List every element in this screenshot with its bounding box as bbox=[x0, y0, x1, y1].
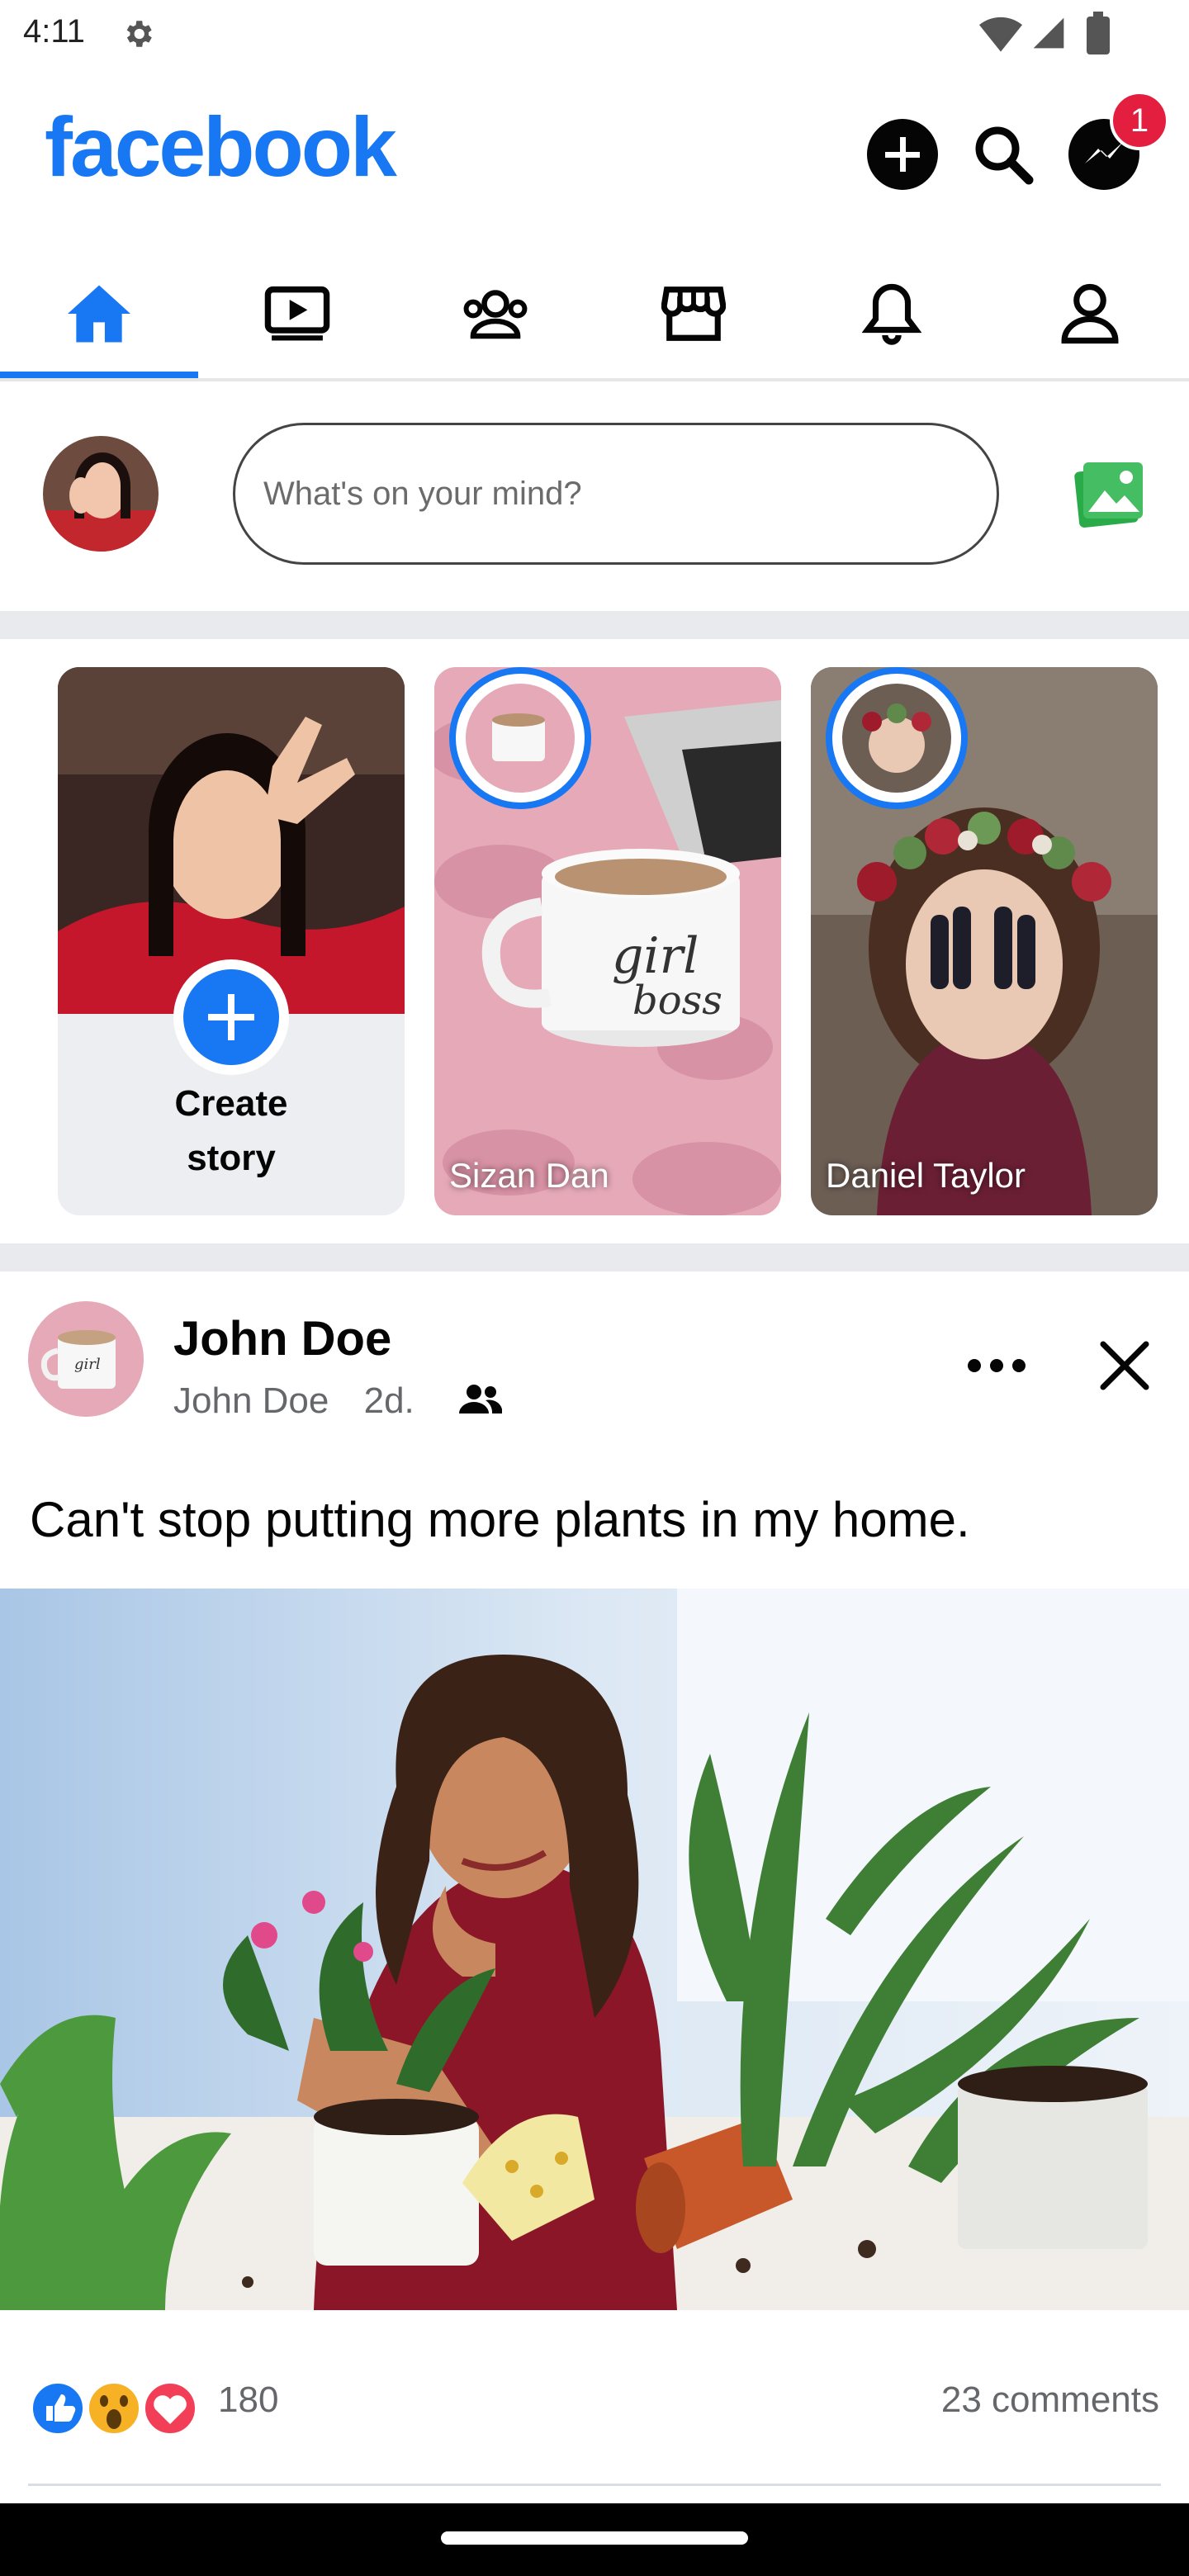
tab-home[interactable] bbox=[0, 248, 198, 380]
tab-marketplace[interactable] bbox=[594, 248, 793, 380]
create-story-card[interactable]: Create story bbox=[58, 667, 405, 1215]
post-meta: John Doe 2d. bbox=[173, 1380, 414, 1422]
status-bar: 4:11 bbox=[0, 0, 1189, 71]
home-gesture-handle[interactable] bbox=[441, 2531, 748, 2545]
section-divider bbox=[0, 1243, 1189, 1271]
story-avatar-ring bbox=[449, 667, 591, 809]
post-age: 2d. bbox=[363, 1380, 414, 1421]
story-card[interactable]: Daniel Taylor bbox=[811, 667, 1158, 1215]
reaction-icons bbox=[30, 2380, 198, 2436]
story-author: Daniel Taylor bbox=[826, 1156, 1026, 1195]
settings-icon bbox=[126, 21, 152, 47]
home-icon bbox=[68, 285, 130, 343]
svg-text:girl: girl bbox=[74, 1356, 101, 1373]
post-meta-author: John Doe bbox=[173, 1380, 329, 1421]
create-story-label-line1: Create bbox=[174, 1083, 288, 1124]
comments-count[interactable]: 23 comments bbox=[941, 2379, 1159, 2421]
user-avatar-image bbox=[43, 436, 159, 552]
friends-audience-icon bbox=[459, 1385, 502, 1413]
story-avatar-ring bbox=[826, 667, 968, 809]
story-avatar bbox=[466, 684, 575, 793]
battery-icon bbox=[1087, 12, 1110, 54]
search-button[interactable] bbox=[968, 119, 1039, 190]
facebook-logo[interactable]: facebook bbox=[45, 99, 397, 196]
post-photo bbox=[0, 1589, 1189, 2310]
post-text: Can't stop putting more plants in my hom… bbox=[30, 1492, 970, 1547]
plus-icon bbox=[885, 137, 920, 172]
composer-input[interactable]: What's on your mind? bbox=[233, 423, 999, 565]
bell-icon bbox=[862, 283, 921, 345]
messenger-badge: 1 bbox=[1110, 91, 1169, 150]
reactions-summary[interactable] bbox=[26, 2378, 208, 2439]
create-story-label: Create story bbox=[58, 1077, 405, 1186]
hide-post-button[interactable] bbox=[1092, 1338, 1158, 1395]
tab-divider bbox=[0, 378, 1189, 381]
post-author-avatar-image: girl bbox=[28, 1301, 144, 1417]
story-avatar bbox=[842, 684, 951, 793]
post-actions-divider bbox=[28, 2484, 1161, 2486]
photo-button[interactable] bbox=[1073, 459, 1146, 528]
svg-text:boss: boss bbox=[632, 978, 722, 1024]
groups-icon bbox=[463, 290, 528, 339]
close-icon bbox=[1100, 1341, 1149, 1390]
post-options-button[interactable] bbox=[961, 1339, 1032, 1392]
create-button[interactable] bbox=[867, 119, 938, 190]
tab-notifications[interactable] bbox=[793, 248, 991, 380]
plus-icon bbox=[183, 969, 279, 1065]
post-author-name[interactable]: John Doe bbox=[173, 1311, 391, 1366]
tab-watch[interactable] bbox=[198, 248, 396, 380]
search-icon bbox=[975, 126, 1034, 185]
create-story-label-line2: story bbox=[187, 1138, 276, 1178]
composer-placeholder: What's on your mind? bbox=[263, 475, 582, 512]
tab-profile[interactable] bbox=[991, 248, 1189, 380]
photo-icon bbox=[1074, 462, 1143, 528]
signal-icon bbox=[1033, 17, 1064, 49]
status-time: 4:11 bbox=[23, 13, 85, 50]
store-icon bbox=[661, 286, 726, 341]
reactions-count[interactable]: 180 bbox=[218, 2379, 278, 2421]
story-card[interactable]: girl boss Sizan Dan bbox=[434, 667, 781, 1215]
more-icon bbox=[968, 1359, 1026, 1372]
section-divider bbox=[0, 611, 1189, 639]
person-icon bbox=[1061, 283, 1119, 344]
svg-text:girl: girl bbox=[612, 927, 699, 985]
post-image[interactable] bbox=[0, 1589, 1189, 2310]
tab-groups[interactable] bbox=[396, 248, 594, 380]
post-author-avatar[interactable]: girl bbox=[28, 1301, 144, 1417]
create-story-button[interactable] bbox=[173, 959, 289, 1075]
user-avatar[interactable] bbox=[43, 436, 159, 552]
video-icon bbox=[264, 286, 330, 341]
wifi-icon bbox=[979, 17, 1022, 52]
story-author: Sizan Dan bbox=[449, 1156, 609, 1195]
active-tab-indicator bbox=[0, 372, 198, 378]
